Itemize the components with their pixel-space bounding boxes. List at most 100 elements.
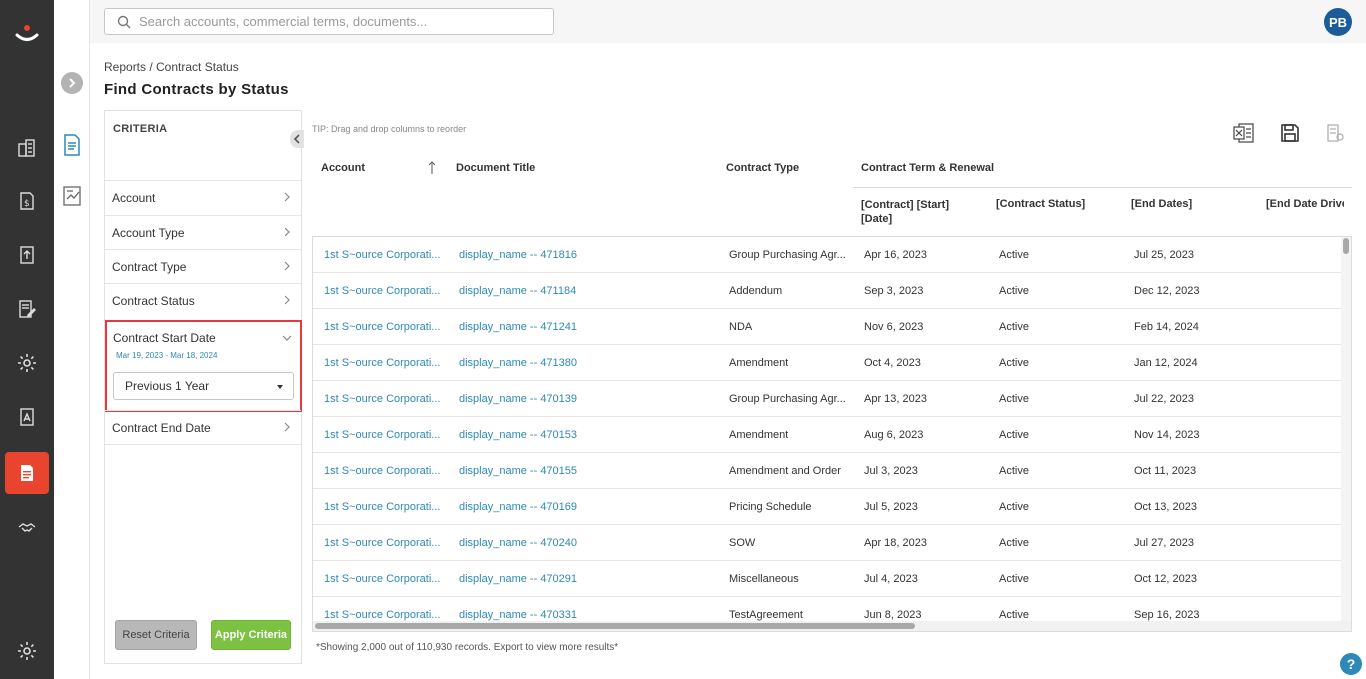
cell-start-date: Apr 13, 2023 <box>864 393 927 405</box>
chevron-right-icon <box>284 192 290 202</box>
criteria-panel: CRITERIA Account Account Type Contract T… <box>104 110 304 664</box>
cell-document-title[interactable]: display_name -- 471241 <box>459 321 577 333</box>
criteria-contract-end-date[interactable]: Contract End Date <box>105 410 301 444</box>
cell-status: Active <box>999 501 1029 513</box>
export-excel-icon[interactable] <box>1232 121 1256 145</box>
cell-account[interactable]: 1st S~ource Corporati... <box>324 537 440 549</box>
cell-document-title[interactable]: display_name -- 471184 <box>459 285 576 297</box>
table-row[interactable]: 1st S~ource Corporati... display_name -- … <box>313 525 1341 561</box>
handshake-icon[interactable] <box>13 513 41 541</box>
cell-end-date: Oct 12, 2023 <box>1134 573 1197 585</box>
criteria-account-type[interactable]: Account Type <box>105 215 301 249</box>
cell-account[interactable]: 1st S~ource Corporati... <box>324 393 440 405</box>
column-header-end-dates[interactable]: [End Dates] <box>1131 198 1192 210</box>
cell-document-title[interactable]: display_name -- 470139 <box>459 393 577 405</box>
column-settings-icon[interactable] <box>1323 121 1347 145</box>
criteria-contract-type[interactable]: Contract Type <box>105 249 301 283</box>
settings-gear-icon[interactable] <box>13 637 41 665</box>
app-logo[interactable] <box>13 22 41 46</box>
apply-criteria-button[interactable]: Apply Criteria <box>211 620 291 650</box>
cell-document-title[interactable]: display_name -- 471816 <box>459 249 577 261</box>
criteria-account[interactable]: Account <box>105 180 301 214</box>
start-date-label[interactable]: Contract Start Date <box>113 331 216 345</box>
document-report-icon[interactable] <box>62 134 84 158</box>
cell-account[interactable]: 1st S~ource Corporati... <box>324 465 440 477</box>
records-footnote: *Showing 2,000 out of 110,930 records. E… <box>316 642 619 653</box>
sort-up-arrow-icon[interactable] <box>427 161 437 178</box>
chevron-down-icon <box>282 335 292 341</box>
chevron-right-icon <box>284 227 290 237</box>
start-date-period-select[interactable]: Previous 1 Year <box>113 372 294 400</box>
vertical-scrollbar[interactable] <box>1341 237 1351 623</box>
invoice-dollar-icon[interactable]: $ <box>13 187 41 215</box>
global-search[interactable] <box>104 8 554 35</box>
start-date-range: Mar 19, 2023 - Mar 18, 2024 <box>116 351 218 360</box>
cell-document-title[interactable]: display_name -- 470169 <box>459 501 577 513</box>
cell-account[interactable]: 1st S~ource Corporati... <box>324 321 440 333</box>
table-row[interactable]: 1st S~ource Corporati... display_name -- … <box>313 453 1341 489</box>
column-header-account[interactable]: Account <box>321 162 365 174</box>
column-header-start-date[interactable]: [Contract] [Start] [Date] <box>861 198 971 226</box>
gear-icon[interactable] <box>13 349 41 377</box>
cell-account[interactable]: 1st S~ource Corporati... <box>324 573 440 585</box>
chevron-right-icon <box>284 422 290 432</box>
cell-end-date: Jul 27, 2023 <box>1134 537 1194 549</box>
cell-document-title[interactable]: display_name -- 471380 <box>459 357 577 369</box>
chevron-right-icon <box>284 295 290 305</box>
cell-document-title[interactable]: display_name -- 470331 <box>459 609 577 621</box>
table-row[interactable]: 1st S~ource Corporati... display_name -- … <box>313 345 1341 381</box>
table-row[interactable]: 1st S~ource Corporati... display_name -- … <box>313 417 1341 453</box>
criteria-item-label: Contract End Date <box>112 420 211 435</box>
table-row[interactable]: 1st S~ource Corporati... display_name -- … <box>313 489 1341 525</box>
cell-account[interactable]: 1st S~ource Corporati... <box>324 429 440 441</box>
cell-account[interactable]: 1st S~ource Corporati... <box>324 609 440 621</box>
cell-end-date: Sep 16, 2023 <box>1134 609 1200 621</box>
tip-text: TIP: Drag and drop columns to reorder <box>312 124 467 134</box>
criteria-title: CRITERIA <box>113 123 168 135</box>
reports-icon[interactable] <box>5 452 49 494</box>
scroll-thumb[interactable] <box>1343 238 1349 254</box>
help-button[interactable]: ? <box>1340 653 1362 675</box>
cell-status: Active <box>999 393 1029 405</box>
table-row[interactable]: 1st S~ource Corporati... display_name -- … <box>313 561 1341 597</box>
table-row[interactable]: 1st S~ource Corporati... display_name -- … <box>313 237 1341 273</box>
cell-contract-type: Miscellaneous <box>729 573 799 585</box>
criteria-contract-status[interactable]: Contract Status <box>105 283 301 317</box>
cell-start-date: Jun 8, 2023 <box>864 609 922 621</box>
reset-criteria-button[interactable]: Reset Criteria <box>115 620 197 650</box>
table-row[interactable]: 1st S~ource Corporati... display_name -- … <box>313 273 1341 309</box>
table-row[interactable]: 1st S~ource Corporati... display_name -- … <box>313 381 1341 417</box>
search-input[interactable] <box>139 14 539 29</box>
cell-account[interactable]: 1st S~ource Corporati... <box>324 249 440 261</box>
column-header-contract-type[interactable]: Contract Type <box>726 162 799 174</box>
cell-document-title[interactable]: display_name -- 470153 <box>459 429 577 441</box>
cell-start-date: Aug 6, 2023 <box>864 429 924 441</box>
user-avatar[interactable]: PB <box>1324 8 1352 36</box>
scroll-thumb[interactable] <box>315 623 915 629</box>
results-grid: 1st S~ource Corporati... display_name -- … <box>312 236 1352 632</box>
column-header-end-date-driver[interactable]: [End Date Drive <box>1266 198 1344 210</box>
chart-report-icon[interactable] <box>61 184 85 208</box>
breadcrumb: Reports / Contract Status <box>104 60 239 74</box>
edit-document-icon[interactable] <box>13 295 41 323</box>
reports-subnav <box>54 0 90 679</box>
cell-account[interactable]: 1st S~ource Corporati... <box>324 357 440 369</box>
cell-start-date: Nov 6, 2023 <box>864 321 924 333</box>
expand-nav-button[interactable] <box>61 72 83 94</box>
cell-document-title[interactable]: display_name -- 470155 <box>459 465 577 477</box>
cell-document-title[interactable]: display_name -- 470240 <box>459 537 577 549</box>
chevron-left-icon <box>293 134 300 144</box>
select-value: Previous 1 Year <box>125 379 210 393</box>
upload-document-icon[interactable] <box>13 241 41 269</box>
column-header-status[interactable]: [Contract Status] <box>996 198 1085 210</box>
save-icon[interactable] <box>1278 121 1302 145</box>
table-row[interactable]: 1st S~ource Corporati... display_name -- … <box>313 309 1341 345</box>
cell-account[interactable]: 1st S~ource Corporati... <box>324 285 440 297</box>
pdf-document-icon[interactable] <box>13 403 41 431</box>
column-header-document-title[interactable]: Document Title <box>456 162 535 174</box>
horizontal-scrollbar[interactable] <box>313 621 1351 631</box>
collapse-criteria-button[interactable] <box>290 130 304 148</box>
buildings-icon[interactable] <box>13 134 41 162</box>
cell-account[interactable]: 1st S~ource Corporati... <box>324 501 440 513</box>
cell-document-title[interactable]: display_name -- 470291 <box>459 573 577 585</box>
